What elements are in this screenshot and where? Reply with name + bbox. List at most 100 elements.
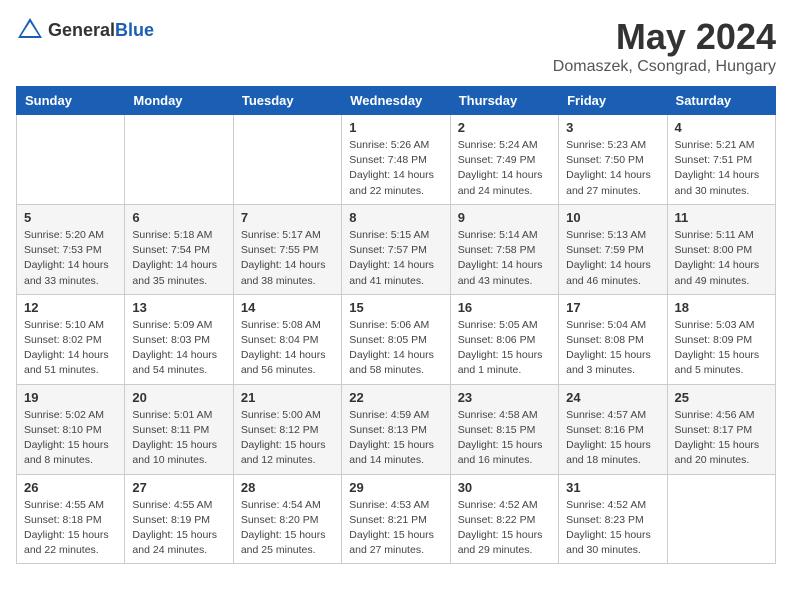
day-number: 13 [132,300,225,315]
calendar-cell: 26Sunrise: 4:55 AM Sunset: 8:18 PM Dayli… [17,474,125,564]
calendar-week-row: 1 Sunrise: 5:26 AM Sunset: 7:48 PM Daylig… [17,115,776,205]
day-info: Sunrise: 4:52 AM Sunset: 8:23 PM Dayligh… [566,498,659,559]
calendar-cell: 4 Sunrise: 5:21 AM Sunset: 7:51 PM Daylig… [667,115,775,205]
day-info: Sunrise: 5:05 AM Sunset: 8:06 PM Dayligh… [458,318,551,379]
day-number: 1 [349,120,442,135]
logo-blue: Blue [115,20,154,40]
calendar-table: SundayMondayTuesdayWednesdayThursdayFrid… [16,86,776,564]
calendar-cell: 27 Sunrise: 4:55 AM Sunset: 8:19 PM Dayli… [125,474,233,564]
day-number: 17 [566,300,659,315]
weekday-header-sunday: Sunday [17,87,125,115]
day-info: Sunrise: 5:13 AM Sunset: 7:59 PM Dayligh… [566,228,659,289]
day-info: Sunrise: 4:57 AM Sunset: 8:16 PM Dayligh… [566,408,659,469]
day-number: 21 [241,390,334,405]
calendar-cell: 6 Sunrise: 5:18 AM Sunset: 7:54 PM Daylig… [125,204,233,294]
day-info: Sunrise: 5:17 AM Sunset: 7:55 PM Dayligh… [241,228,334,289]
day-info: Sunrise: 5:01 AM Sunset: 8:11 PM Dayligh… [132,408,225,469]
day-info: Sunrise: 5:08 AM Sunset: 8:04 PM Dayligh… [241,318,334,379]
day-number: 2 [458,120,551,135]
title-block: May 2024 Domaszek, Csongrad, Hungary [553,16,776,76]
calendar-week-row: 26Sunrise: 4:55 AM Sunset: 8:18 PM Dayli… [17,474,776,564]
day-number: 24 [566,390,659,405]
day-number: 18 [675,300,768,315]
month-title: May 2024 [553,16,776,58]
weekday-header-saturday: Saturday [667,87,775,115]
calendar-cell [233,115,341,205]
calendar-cell [125,115,233,205]
calendar-cell [667,474,775,564]
calendar-cell: 17 Sunrise: 5:04 AM Sunset: 8:08 PM Dayli… [559,294,667,384]
weekday-header-thursday: Thursday [450,87,558,115]
calendar-cell: 28Sunrise: 4:54 AM Sunset: 8:20 PM Dayli… [233,474,341,564]
day-info: Sunrise: 5:00 AM Sunset: 8:12 PM Dayligh… [241,408,334,469]
day-info: Sunrise: 5:04 AM Sunset: 8:08 PM Dayligh… [566,318,659,379]
calendar-cell: 30 Sunrise: 4:52 AM Sunset: 8:22 PM Dayli… [450,474,558,564]
calendar-cell: 1 Sunrise: 5:26 AM Sunset: 7:48 PM Daylig… [342,115,450,205]
calendar-cell: 13 Sunrise: 5:09 AM Sunset: 8:03 PM Dayli… [125,294,233,384]
day-info: Sunrise: 5:18 AM Sunset: 7:54 PM Dayligh… [132,228,225,289]
calendar-cell: 11Sunrise: 5:11 AM Sunset: 8:00 PM Dayli… [667,204,775,294]
day-number: 16 [458,300,551,315]
day-number: 5 [24,210,117,225]
calendar-cell: 22 Sunrise: 4:59 AM Sunset: 8:13 PM Dayli… [342,384,450,474]
day-number: 9 [458,210,551,225]
day-number: 3 [566,120,659,135]
logo-icon [16,16,44,44]
day-number: 26 [24,480,117,495]
page-header: GeneralBlue May 2024 Domaszek, Csongrad,… [16,16,776,76]
day-number: 6 [132,210,225,225]
day-info: Sunrise: 5:02 AM Sunset: 8:10 PM Dayligh… [24,408,117,469]
day-info: Sunrise: 5:10 AM Sunset: 8:02 PM Dayligh… [24,318,117,379]
weekday-header-tuesday: Tuesday [233,87,341,115]
day-info: Sunrise: 5:20 AM Sunset: 7:53 PM Dayligh… [24,228,117,289]
calendar-cell: 29Sunrise: 4:53 AM Sunset: 8:21 PM Dayli… [342,474,450,564]
calendar-cell: 20 Sunrise: 5:01 AM Sunset: 8:11 PM Dayli… [125,384,233,474]
calendar-cell: 14 Sunrise: 5:08 AM Sunset: 8:04 PM Dayli… [233,294,341,384]
day-number: 7 [241,210,334,225]
day-number: 12 [24,300,117,315]
day-number: 29 [349,480,442,495]
day-number: 8 [349,210,442,225]
calendar-cell: 25Sunrise: 4:56 AM Sunset: 8:17 PM Dayli… [667,384,775,474]
logo: GeneralBlue [16,16,154,44]
day-info: Sunrise: 5:24 AM Sunset: 7:49 PM Dayligh… [458,138,551,199]
day-info: Sunrise: 5:06 AM Sunset: 8:05 PM Dayligh… [349,318,442,379]
weekday-header-friday: Friday [559,87,667,115]
calendar-cell: 5 Sunrise: 5:20 AM Sunset: 7:53 PM Daylig… [17,204,125,294]
day-info: Sunrise: 5:03 AM Sunset: 8:09 PM Dayligh… [675,318,768,379]
day-number: 25 [675,390,768,405]
day-info: Sunrise: 4:55 AM Sunset: 8:19 PM Dayligh… [132,498,225,559]
day-number: 30 [458,480,551,495]
calendar-week-row: 12 Sunrise: 5:10 AM Sunset: 8:02 PM Dayli… [17,294,776,384]
day-info: Sunrise: 4:59 AM Sunset: 8:13 PM Dayligh… [349,408,442,469]
calendar-cell: 7 Sunrise: 5:17 AM Sunset: 7:55 PM Daylig… [233,204,341,294]
day-info: Sunrise: 5:26 AM Sunset: 7:48 PM Dayligh… [349,138,442,199]
calendar-cell: 10 Sunrise: 5:13 AM Sunset: 7:59 PM Dayli… [559,204,667,294]
weekday-header-wednesday: Wednesday [342,87,450,115]
day-info: Sunrise: 5:14 AM Sunset: 7:58 PM Dayligh… [458,228,551,289]
calendar-week-row: 5 Sunrise: 5:20 AM Sunset: 7:53 PM Daylig… [17,204,776,294]
calendar-cell: 31 Sunrise: 4:52 AM Sunset: 8:23 PM Dayli… [559,474,667,564]
day-number: 14 [241,300,334,315]
calendar-cell: 21 Sunrise: 5:00 AM Sunset: 8:12 PM Dayli… [233,384,341,474]
day-info: Sunrise: 5:11 AM Sunset: 8:00 PM Dayligh… [675,228,768,289]
day-info: Sunrise: 4:52 AM Sunset: 8:22 PM Dayligh… [458,498,551,559]
day-number: 4 [675,120,768,135]
weekday-header-row: SundayMondayTuesdayWednesdayThursdayFrid… [17,87,776,115]
day-info: Sunrise: 4:58 AM Sunset: 8:15 PM Dayligh… [458,408,551,469]
day-info: Sunrise: 5:09 AM Sunset: 8:03 PM Dayligh… [132,318,225,379]
day-number: 10 [566,210,659,225]
day-info: Sunrise: 5:23 AM Sunset: 7:50 PM Dayligh… [566,138,659,199]
calendar-cell: 19Sunrise: 5:02 AM Sunset: 8:10 PM Dayli… [17,384,125,474]
day-info: Sunrise: 5:15 AM Sunset: 7:57 PM Dayligh… [349,228,442,289]
calendar-cell: 15Sunrise: 5:06 AM Sunset: 8:05 PM Dayli… [342,294,450,384]
day-number: 28 [241,480,334,495]
day-number: 20 [132,390,225,405]
day-info: Sunrise: 5:21 AM Sunset: 7:51 PM Dayligh… [675,138,768,199]
calendar-cell: 16 Sunrise: 5:05 AM Sunset: 8:06 PM Dayli… [450,294,558,384]
day-number: 31 [566,480,659,495]
calendar-week-row: 19Sunrise: 5:02 AM Sunset: 8:10 PM Dayli… [17,384,776,474]
calendar-cell: 3 Sunrise: 5:23 AM Sunset: 7:50 PM Daylig… [559,115,667,205]
day-number: 22 [349,390,442,405]
day-number: 27 [132,480,225,495]
